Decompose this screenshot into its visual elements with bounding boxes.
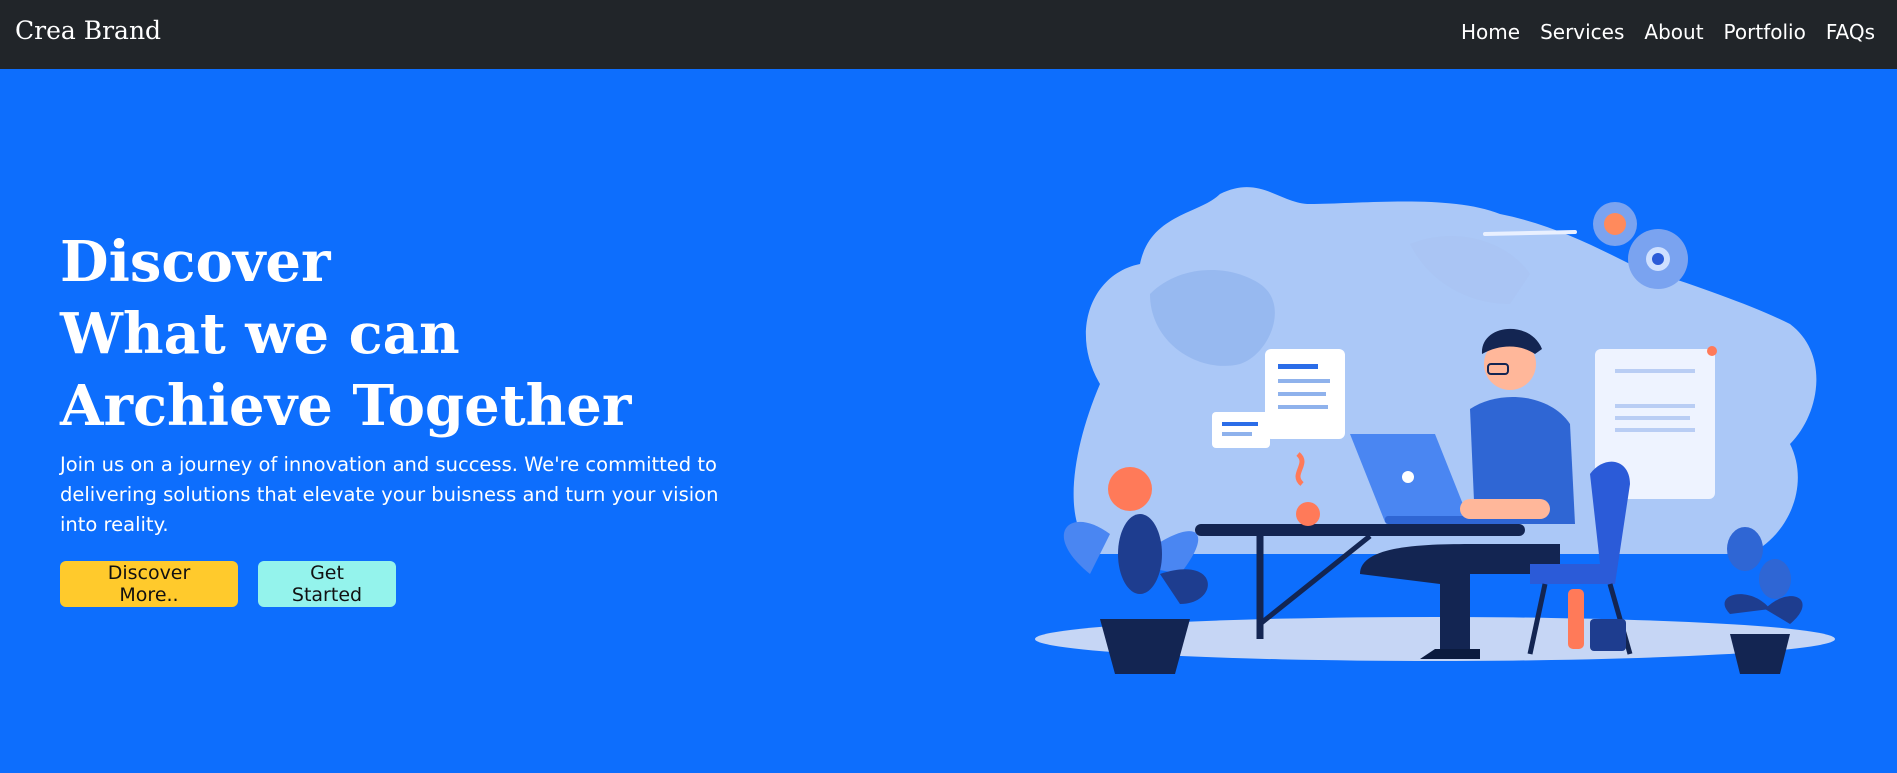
hero-section: Discover What we can Archieve Together J… — [0, 69, 1897, 773]
nav-link-about[interactable]: About — [1644, 20, 1703, 44]
hero-title: Discover What we can Archieve Together — [60, 226, 631, 442]
brand-logo[interactable]: Crea Brand — [15, 16, 161, 45]
plant-right-icon — [1724, 527, 1803, 674]
discover-more-button[interactable]: Discover More.. — [60, 561, 238, 607]
nav-link-portfolio[interactable]: Portfolio — [1724, 20, 1806, 44]
nav-link-services[interactable]: Services — [1540, 20, 1624, 44]
nav-link-home[interactable]: Home — [1461, 20, 1520, 44]
hero-title-line: Discover — [60, 229, 331, 295]
hero-description: Join us on a journey of innovation and s… — [60, 453, 719, 536]
nav-links: Home Services About Portfolio FAQs — [1461, 20, 1875, 44]
get-started-button[interactable]: Get Started — [258, 561, 396, 607]
desk-top — [1195, 524, 1525, 536]
nav-link-faqs[interactable]: FAQs — [1826, 20, 1875, 44]
hero-illustration — [1035, 187, 1835, 674]
hero-title-line: What we can — [60, 301, 460, 367]
navbar: Crea Brand Home Services About Portfolio… — [0, 0, 1897, 69]
hero-title-line: Archieve Together — [60, 373, 632, 439]
